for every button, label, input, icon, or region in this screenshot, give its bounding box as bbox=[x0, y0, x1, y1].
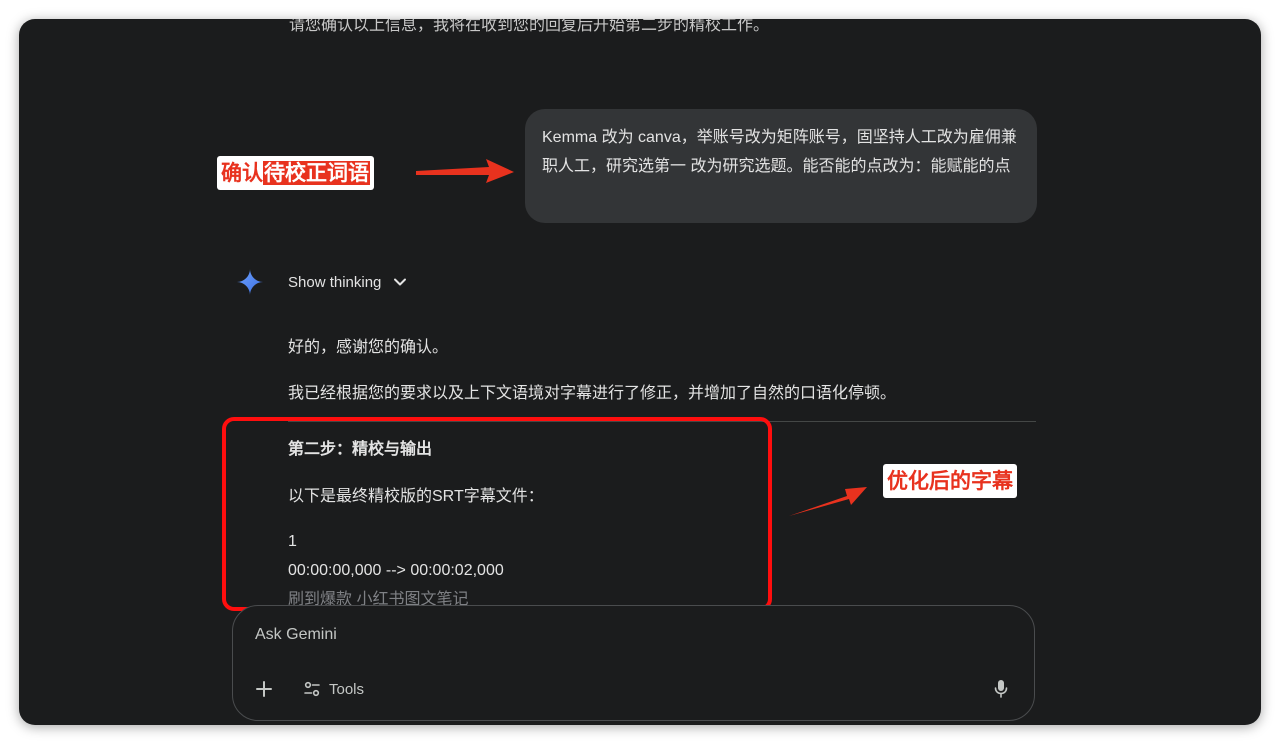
gemini-chat-window: 请您确认以上信息，我将在收到您的回复后开始第二步的精校工作。 Kemma 改为 … bbox=[19, 19, 1261, 725]
annotation-confirm-highlight: 待校正词语 bbox=[263, 161, 370, 185]
show-thinking-label: Show thinking bbox=[288, 273, 382, 291]
prompt-input-box[interactable]: Ask Gemini Tools bbox=[232, 605, 1035, 721]
previous-message-text: 请您确认以上信息，我将在收到您的回复后开始第二步的精校工作。 bbox=[289, 19, 770, 34]
annotation-optimized-label: 优化后的字幕 bbox=[887, 469, 1013, 493]
add-attachment-button[interactable] bbox=[251, 676, 277, 702]
annotation-confirm-prefix: 确认 bbox=[221, 161, 263, 185]
prompt-input-placeholder[interactable]: Ask Gemini bbox=[255, 626, 337, 644]
user-message-bubble: Kemma 改为 canva，举账号改为矩阵账号，固坚持人工改为雇佣兼职人工，研… bbox=[525, 109, 1037, 223]
gemini-sparkle-icon bbox=[237, 269, 263, 295]
chevron-down-icon bbox=[394, 278, 407, 286]
response-paragraph-2: 我已经根据您的要求以及上下文语境对字幕进行了修正，并增加了自然的口语化停顿。 bbox=[288, 385, 897, 402]
show-thinking-toggle[interactable]: Show thinking bbox=[288, 271, 407, 293]
arrow-to-subtitles bbox=[789, 487, 867, 516]
arrow-to-user-message bbox=[416, 159, 514, 183]
user-message-text: Kemma 改为 canva，举账号改为矩阵账号，固坚持人工改为雇佣兼职人工，研… bbox=[542, 129, 1017, 175]
microphone-button[interactable] bbox=[988, 676, 1014, 702]
mic-icon bbox=[994, 680, 1008, 698]
annotation-confirm-terms: 确认待校正词语 bbox=[217, 156, 374, 190]
annotation-highlight-box bbox=[222, 417, 772, 611]
tools-icon bbox=[304, 681, 320, 697]
annotation-optimized-subtitles: 优化后的字幕 bbox=[883, 464, 1017, 498]
tools-button[interactable]: Tools bbox=[303, 676, 364, 702]
response-paragraph-1: 好的，感谢您的确认。 bbox=[288, 339, 449, 356]
tools-label: Tools bbox=[329, 680, 365, 698]
plus-icon bbox=[256, 681, 272, 697]
